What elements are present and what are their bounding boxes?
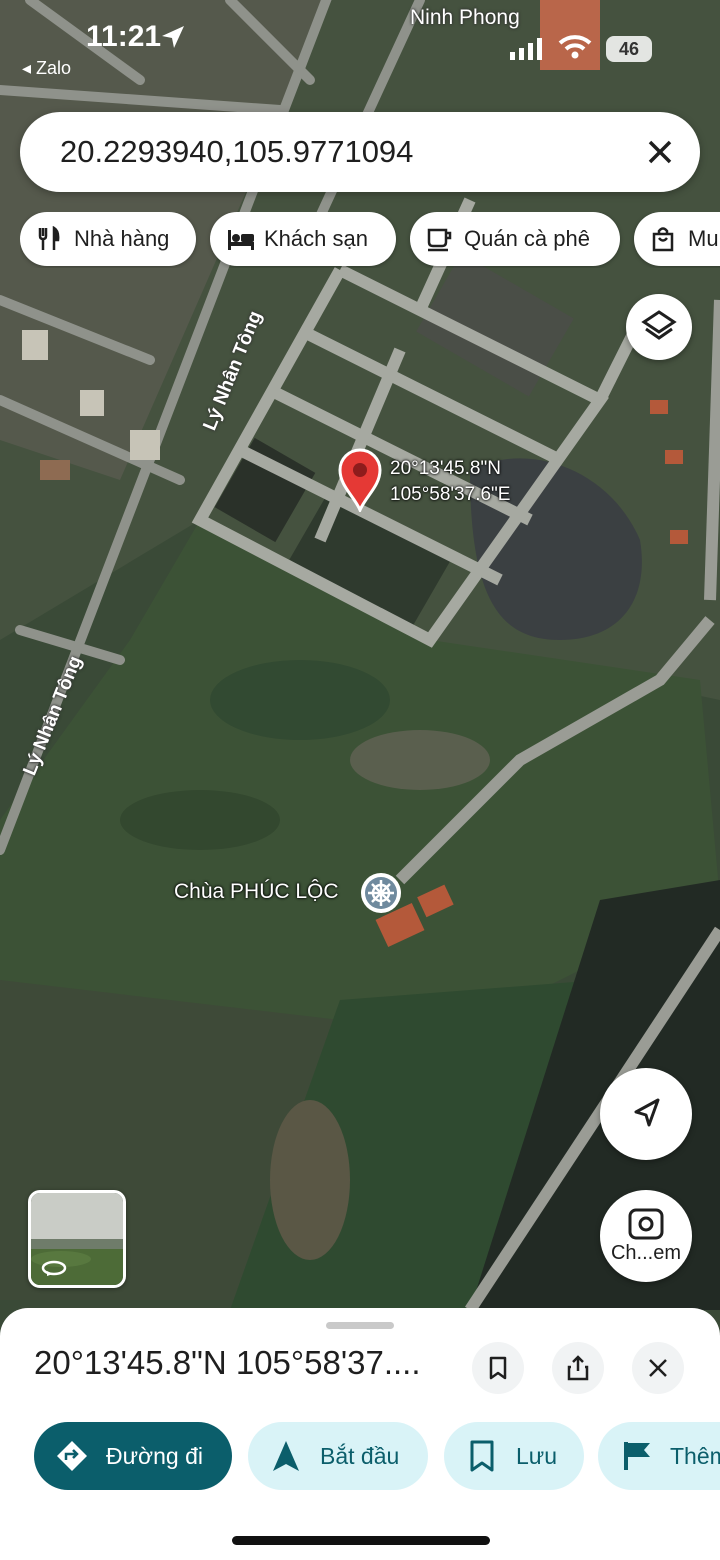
close-icon (649, 1359, 667, 1377)
layers-button[interactable] (626, 294, 692, 360)
chip-label: Nhà hàng (74, 226, 170, 251)
flag-icon (624, 1442, 650, 1470)
fork-knife-icon (38, 226, 60, 250)
coffee-cup-icon (427, 228, 452, 252)
status-bar: 11:21 ◂ Zalo 46 (0, 0, 720, 90)
camera-lens-icon (628, 1208, 664, 1240)
lens-button[interactable]: Ch...em (600, 1190, 692, 1282)
location-arrow-icon (162, 26, 184, 48)
lens-label: Ch...em (610, 1242, 682, 1264)
place-bottom-sheet[interactable]: 20°13'45.8"N 105°58'37.... Đường đi Bắt … (0, 1308, 720, 1560)
pin-latitude: 20°13'45.8"N (390, 458, 501, 479)
close-sheet-button[interactable] (632, 1342, 684, 1394)
save-button[interactable]: Lưu (444, 1422, 584, 1490)
directions-label: Đường đi (106, 1443, 203, 1469)
street-view-thumbnail[interactable] (28, 1190, 126, 1288)
save-icon-button[interactable] (472, 1342, 524, 1394)
battery-indicator: 46 (606, 36, 652, 62)
sheet-drag-handle[interactable] (326, 1322, 394, 1329)
place-label-top[interactable]: Ninh Phong (410, 6, 520, 30)
save-label: Lưu (516, 1443, 557, 1469)
bed-icon (228, 230, 254, 250)
shopping-bag-icon (652, 227, 674, 252)
close-icon[interactable] (642, 134, 678, 170)
share-icon (567, 1355, 589, 1381)
temple-icon[interactable] (360, 872, 402, 914)
home-indicator[interactable] (232, 1536, 490, 1545)
search-input[interactable]: 20.2293940,105.9771094 (60, 112, 413, 192)
bookmark-icon (470, 1440, 494, 1472)
layers-icon (641, 310, 677, 340)
chip-label: Quán cà phê (464, 226, 590, 251)
back-to-app-link[interactable]: ◂ Zalo (22, 58, 71, 79)
poi-label[interactable]: Chùa PHÚC LỘC (174, 880, 339, 904)
chip-restaurants[interactable]: Nhà hàng (20, 212, 196, 266)
place-title: 20°13'45.8"N 105°58'37.... (34, 1344, 421, 1381)
search-bar[interactable]: 20.2293940,105.9771094 (20, 112, 700, 192)
map-pin-icon[interactable] (338, 448, 382, 512)
chip-label: Khách sạn (264, 226, 368, 251)
pin-longitude: 105°58'37.6"E (390, 484, 511, 505)
wifi-icon (558, 35, 592, 59)
navigation-arrow-icon (634, 1098, 660, 1127)
directions-button[interactable]: Đường đi (34, 1422, 232, 1490)
rotate-360-icon (41, 1260, 67, 1276)
start-button[interactable]: Bắt đầu (248, 1422, 428, 1490)
my-location-button[interactable] (600, 1068, 692, 1160)
more-button[interactable]: Thêm (598, 1422, 720, 1490)
navigation-arrow-icon (273, 1441, 299, 1471)
category-chips: Nhà hàng Khách sạn Quán cà phê Mu (20, 212, 720, 268)
share-button[interactable] (552, 1342, 604, 1394)
cellular-signal-icon (510, 38, 542, 60)
directions-icon (57, 1441, 87, 1471)
start-label: Bắt đầu (320, 1443, 400, 1469)
bookmark-icon (489, 1356, 507, 1380)
chip-label: Mu (688, 226, 719, 251)
chip-hotels[interactable]: Khách sạn (210, 212, 396, 266)
more-label: Thêm (670, 1443, 720, 1469)
chip-shopping[interactable]: Mu (634, 212, 720, 266)
pin-coordinates-label[interactable]: 20°13'45.8"N 105°58'37.6"E (390, 456, 510, 508)
clock: 11:21 (86, 20, 162, 53)
chip-cafes[interactable]: Quán cà phê (410, 212, 620, 266)
